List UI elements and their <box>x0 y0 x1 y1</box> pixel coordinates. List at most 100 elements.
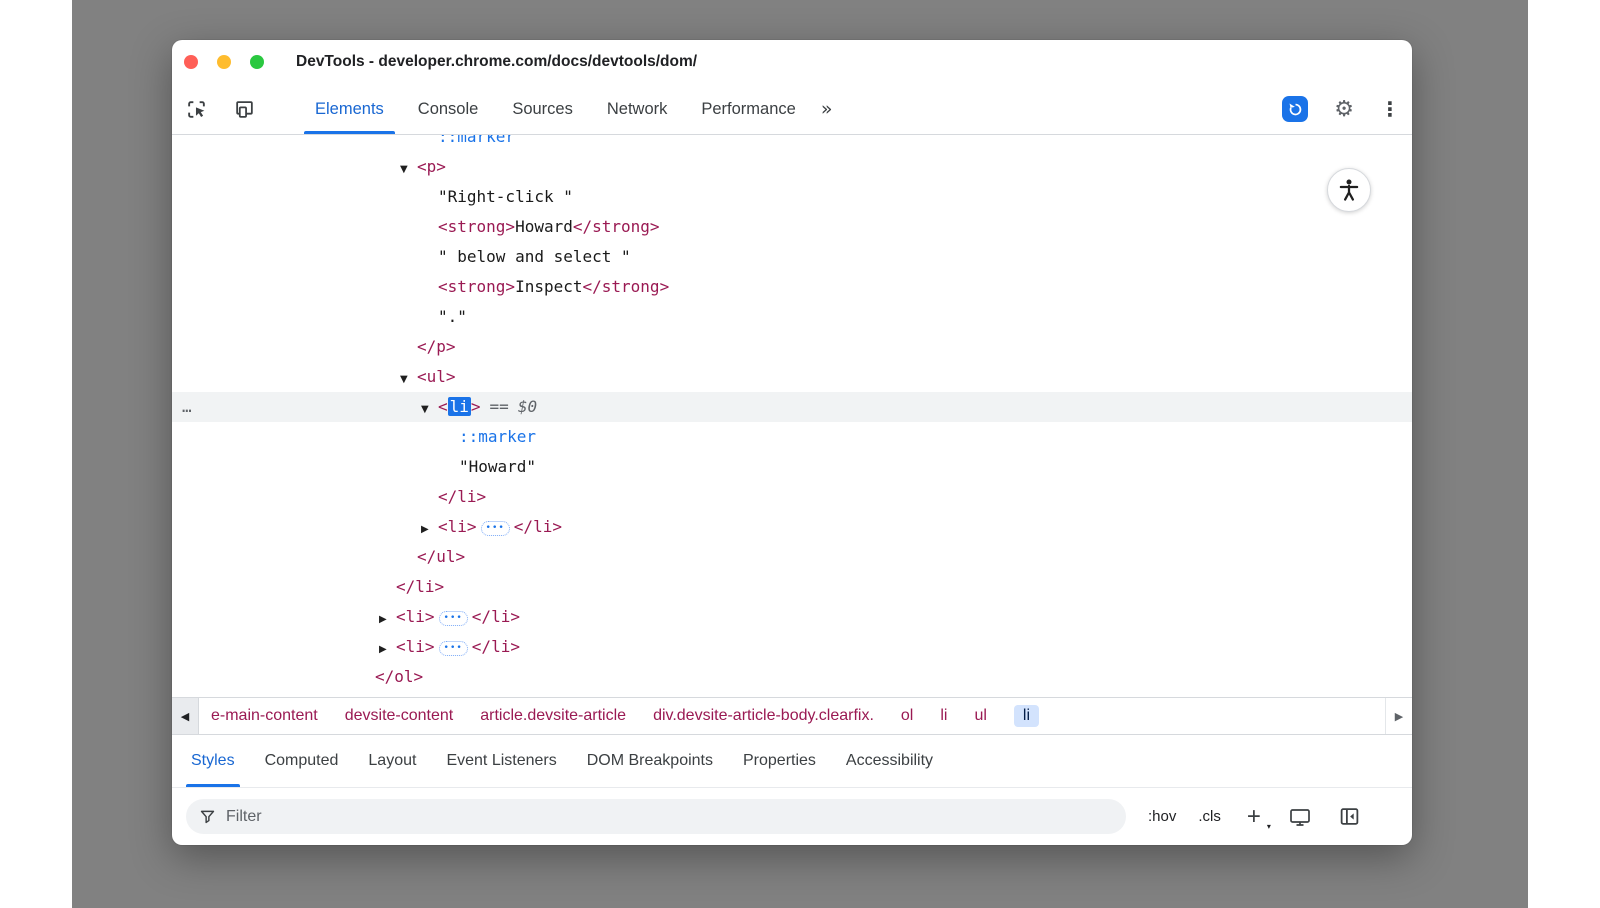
dom-node[interactable]: ::marker <box>172 422 1412 452</box>
toolbar-right: ⚙ ⋮ <box>1282 84 1400 134</box>
tab-performance[interactable]: Performance <box>684 84 812 134</box>
dom-node[interactable]: ▶<li>•••</li> <box>172 602 1412 632</box>
tag-token: </strong> <box>573 217 660 236</box>
dom-node[interactable]: ▶<li> ••• </li> <box>172 632 1412 662</box>
dom-node[interactable]: " below and select " <box>172 242 1412 272</box>
toggle-class-button[interactable]: .cls <box>1198 808 1221 825</box>
breadcrumb-item-selected[interactable]: li <box>1014 705 1039 727</box>
sidebar-tab-dom-breakpoints[interactable]: DOM Breakpoints <box>572 735 728 787</box>
expand-arrow-icon[interactable]: ▼ <box>400 365 417 395</box>
breadcrumb-scroll-left-icon[interactable]: ◀ <box>172 698 199 734</box>
expand-arrow-icon[interactable]: ▼ <box>400 155 417 185</box>
breadcrumb-item[interactable]: ol <box>901 707 913 725</box>
tag-token: <li> <box>438 517 477 536</box>
tag-token: </ol> <box>375 667 423 686</box>
dom-node[interactable]: "Howard" <box>172 452 1412 482</box>
pseudo-element-token: ::marker <box>438 135 515 146</box>
plus-icon: + <box>1247 803 1261 830</box>
sidebar-tabs: StylesComputedLayoutEvent ListenersDOM B… <box>172 734 1412 787</box>
dom-node[interactable]: </ul> <box>172 542 1412 572</box>
expand-arrow-icon[interactable]: ▶ <box>379 605 396 635</box>
text-token: " below and select " <box>438 247 631 266</box>
filter-field[interactable] <box>186 799 1126 834</box>
tag-token: <p> <box>417 157 446 176</box>
inspect-element-icon[interactable] <box>184 97 208 121</box>
breadcrumb-scroll-right-icon[interactable]: ▶ <box>1385 698 1412 734</box>
breadcrumb-item[interactable]: div.devsite-article-body.clearfix. <box>653 707 874 725</box>
dom-node[interactable]: </ol> <box>172 662 1412 692</box>
tag-token: </li> <box>396 577 444 596</box>
settings-gear-icon[interactable]: ⚙ <box>1334 97 1354 122</box>
tab-elements[interactable]: Elements <box>298 84 401 134</box>
minimize-window-button[interactable] <box>217 55 231 69</box>
collapsed-content-ellipsis[interactable]: ••• <box>439 641 468 656</box>
dom-node[interactable]: ▼<p> <box>172 152 1412 182</box>
accessibility-overlay-button[interactable] <box>1327 168 1371 212</box>
dom-node[interactable]: ▼<ul> <box>172 362 1412 392</box>
more-options-kebab-icon[interactable]: ⋮ <box>1380 97 1400 121</box>
node-menu-ellipsis-icon[interactable]: … <box>182 392 193 422</box>
toggle-sidebar-icon[interactable] <box>1339 806 1360 827</box>
dom-node[interactable]: ▶<li> ••• </li> <box>172 512 1412 542</box>
filter-input[interactable] <box>226 808 1113 826</box>
tag-token: <li> <box>396 637 435 656</box>
dom-node[interactable]: ::marker <box>172 135 1412 152</box>
sidebar-tab-styles[interactable]: Styles <box>176 735 250 787</box>
collapsed-content-ellipsis[interactable]: ••• <box>481 521 510 536</box>
sidebar-tab-accessibility[interactable]: Accessibility <box>831 735 948 787</box>
more-tabs-chevron-icon[interactable]: » <box>821 98 833 120</box>
breadcrumb-item[interactable]: devsite-content <box>345 707 454 725</box>
expand-arrow-icon[interactable]: ▶ <box>379 635 396 665</box>
tag-token: <ul> <box>417 367 456 386</box>
new-style-rule-button[interactable]: + ▾ <box>1247 805 1261 829</box>
title-bar: DevTools - developer.chrome.com/docs/dev… <box>172 40 1412 84</box>
zoom-window-button[interactable] <box>250 55 264 69</box>
dom-node[interactable]: </p> <box>172 332 1412 362</box>
dom-node[interactable]: <strong>Inspect</strong> <box>172 272 1412 302</box>
equals-token: == <box>490 397 509 416</box>
sidebar-tab-computed[interactable]: Computed <box>250 735 354 787</box>
breadcrumb-bar: ◀ e-main-content devsite-content article.d… <box>172 697 1412 734</box>
device-toolbar-icon[interactable] <box>232 97 256 121</box>
sidebar-tab-event-listeners[interactable]: Event Listeners <box>431 735 571 787</box>
tag-token: <li> <box>396 607 435 626</box>
tab-network[interactable]: Network <box>590 84 685 134</box>
dom-node[interactable]: <strong>Howard</strong> <box>172 212 1412 242</box>
text-token: Inspect <box>515 277 582 296</box>
text-token: "Right-click " <box>438 187 573 206</box>
panel-tabs: ElementsConsoleSourcesNetworkPerformance <box>298 84 813 134</box>
window-title: DevTools - developer.chrome.com/docs/dev… <box>296 53 697 71</box>
breadcrumb-item[interactable]: li <box>940 707 947 725</box>
sync-icon[interactable] <box>1282 96 1308 122</box>
tab-sources[interactable]: Sources <box>495 84 590 134</box>
expand-arrow-icon[interactable]: ▶ <box>421 515 438 545</box>
tag-token: </li> <box>472 637 520 656</box>
text-token: "." <box>438 307 467 326</box>
sidebar-tab-properties[interactable]: Properties <box>728 735 831 787</box>
expand-arrow-icon[interactable]: ▼ <box>421 395 438 425</box>
devtools-toolbar: ElementsConsoleSourcesNetworkPerformance… <box>172 84 1412 135</box>
dom-node[interactable]: </li> <box>172 482 1412 512</box>
tab-console[interactable]: Console <box>401 84 496 134</box>
devtools-window: DevTools - developer.chrome.com/docs/dev… <box>172 40 1412 845</box>
tag-token: <strong> <box>438 277 515 296</box>
tag-token: </li> <box>438 487 486 506</box>
text-token: Howard <box>515 217 573 236</box>
elements-panel: ::marker▼<p>"Right-click "<strong>Howard… <box>172 135 1412 697</box>
close-window-button[interactable] <box>184 55 198 69</box>
breadcrumb-item[interactable]: article.devsite-article <box>480 707 626 725</box>
breadcrumb-item[interactable]: ul <box>974 707 986 725</box>
sidebar-tab-layout[interactable]: Layout <box>353 735 431 787</box>
rendering-monitor-icon[interactable] <box>1289 807 1311 827</box>
dom-node[interactable]: "." <box>172 302 1412 332</box>
tag-token: < <box>438 397 448 416</box>
dom-node[interactable]: </li> <box>172 572 1412 602</box>
breadcrumb-item[interactable]: e-main-content <box>211 707 318 725</box>
selected-tag-name[interactable]: li <box>448 397 471 416</box>
tag-token: </li> <box>514 517 562 536</box>
dom-tree: ::marker▼<p>"Right-click "<strong>Howard… <box>172 135 1412 692</box>
dom-node[interactable]: "Right-click " <box>172 182 1412 212</box>
toggle-hover-state-button[interactable]: :hov <box>1148 808 1176 825</box>
collapsed-content-ellipsis[interactable]: ••• <box>439 611 468 626</box>
dom-node-selected[interactable]: …▼<li>==$0 <box>172 392 1412 422</box>
